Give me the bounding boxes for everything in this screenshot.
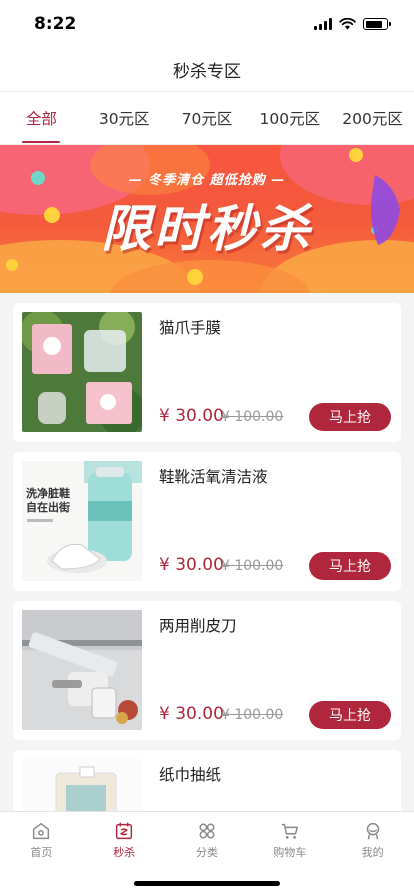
- tabbar-flash-sale[interactable]: 秒杀: [83, 820, 166, 862]
- flash-sale-icon: [116, 822, 133, 840]
- tabbar-category[interactable]: 分类: [166, 820, 249, 862]
- page-title: 秒杀专区: [173, 62, 241, 82]
- banner-title: 限时秒杀: [101, 200, 313, 258]
- tab-70[interactable]: 70元区: [166, 92, 249, 145]
- tab-200[interactable]: 200元区: [331, 92, 414, 145]
- banner-subtitle: — 冬季清仓 超低抢购 —: [128, 173, 286, 188]
- profile-icon: [366, 822, 379, 840]
- flash-sale-banner[interactable]: — 冬季清仓 超低抢购 — 限时秒杀: [0, 145, 414, 293]
- buy-now-button[interactable]: 马上抢: [309, 403, 391, 431]
- price-tabs: 全部 30元区 70元区 100元区 200元区: [0, 92, 414, 145]
- home-icon: [33, 822, 50, 840]
- wifi-icon: [339, 18, 356, 30]
- sale-price: ¥ 30.00: [159, 704, 224, 724]
- signal-icon: [314, 18, 332, 30]
- product-card[interactable]: 猫爪手膜 ¥ 30.00 ¥ 100.00 马上抢: [13, 303, 401, 442]
- category-icon: [199, 823, 215, 839]
- tab-30[interactable]: 30元区: [83, 92, 166, 145]
- status-icons: [314, 18, 391, 30]
- product-image: [22, 610, 142, 730]
- tabbar-label: 首页: [30, 846, 53, 859]
- tabbar-home[interactable]: 首页: [0, 820, 83, 862]
- product-name: 鞋靴活氧清洁液: [159, 468, 268, 486]
- status-bar: 8:22: [0, 0, 414, 48]
- product-name: 纸巾抽纸: [159, 766, 222, 784]
- product-list: 猫爪手膜 ¥ 30.00 ¥ 100.00 马上抢 洗净脏鞋 自在出街 鞋靴活氧…: [0, 293, 414, 811]
- tabbar-profile[interactable]: 我的: [331, 820, 414, 862]
- tabbar-label: 秒杀: [113, 846, 136, 859]
- tabbar-label: 我的: [361, 846, 384, 859]
- battery-icon: [363, 18, 391, 30]
- cart-icon: [281, 823, 298, 839]
- buy-now-button[interactable]: 马上抢: [309, 701, 391, 729]
- status-time: 8:22: [34, 14, 77, 34]
- tab-all[interactable]: 全部: [0, 92, 83, 145]
- product-image: [22, 759, 142, 811]
- tabbar-cart[interactable]: 购物车: [248, 820, 331, 862]
- sale-price: ¥ 30.00: [159, 406, 224, 426]
- product-card[interactable]: 两用削皮刀 ¥ 30.00 ¥ 100.00 马上抢: [13, 601, 401, 740]
- product-image: [22, 312, 142, 432]
- product-image: 洗净脏鞋 自在出街: [22, 461, 142, 581]
- home-indicator: [134, 881, 280, 886]
- product-card[interactable]: 纸巾抽纸: [13, 750, 401, 811]
- tabbar-label: 购物车: [273, 846, 307, 859]
- tab-100[interactable]: 100元区: [248, 92, 331, 145]
- original-price: ¥ 100.00: [221, 409, 284, 425]
- buy-now-button[interactable]: 马上抢: [309, 552, 391, 580]
- product-card[interactable]: 洗净脏鞋 自在出街 鞋靴活氧清洁液 ¥ 30.00 ¥ 100.00 马上抢: [13, 452, 401, 591]
- nav-bar: 秒杀专区: [0, 48, 414, 92]
- product-name: 两用削皮刀: [159, 617, 237, 635]
- image-text: 洗净脏鞋: [26, 486, 70, 500]
- sale-price: ¥ 30.00: [159, 555, 224, 575]
- tabbar-label: 分类: [195, 846, 218, 859]
- image-text: 自在出街: [26, 500, 70, 514]
- original-price: ¥ 100.00: [221, 707, 284, 723]
- product-name: 猫爪手膜: [159, 319, 222, 337]
- original-price: ¥ 100.00: [221, 558, 284, 574]
